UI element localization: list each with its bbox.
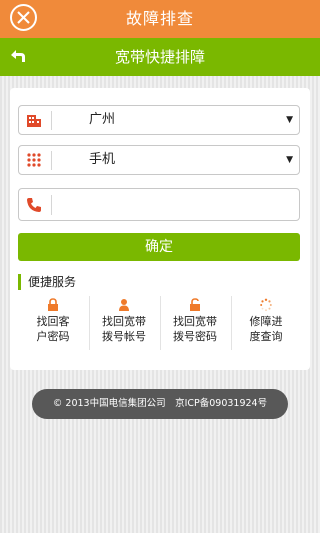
sub-header: 宽带快捷排障 bbox=[0, 38, 320, 76]
confirm-button[interactable]: 确定 bbox=[18, 233, 300, 261]
services-list: 找回客 户密码 找回宽带 拨号帐号 找回宽带 拨号密码 修障进 度查询 bbox=[18, 294, 300, 354]
service-item-repair-progress[interactable]: 修障进 度查询 bbox=[231, 294, 301, 354]
type-select[interactable]: 手机 ▼ bbox=[18, 145, 300, 175]
loading-icon bbox=[260, 298, 272, 312]
service-item-recover-customer-password[interactable]: 找回客 户密码 bbox=[18, 294, 88, 354]
chevron-down-icon: ▼ bbox=[286, 155, 293, 165]
page-title: 故障排查 bbox=[125, 9, 194, 28]
lock-icon bbox=[48, 298, 58, 311]
section-header-title: 宽带快捷排障 bbox=[114, 48, 205, 66]
copyright-footer: © 2013中国电信集团公司 京ICP备09031924号 bbox=[32, 389, 288, 419]
service-label: 找回宽带 拨号密码 bbox=[173, 315, 217, 343]
chevron-down-icon: ▼ bbox=[286, 115, 293, 125]
building-icon bbox=[27, 115, 41, 127]
field-divider bbox=[51, 111, 52, 130]
grid-icon bbox=[27, 153, 41, 167]
service-label: 找回宽带 拨号帐号 bbox=[102, 315, 146, 343]
form-card: 广州 ▼ 手机 ▼ 确定 便捷服务 找回客 户密码 找回宽带 拨号帐号 找回宽带… bbox=[10, 88, 310, 370]
type-value: 手机 bbox=[89, 152, 116, 167]
service-item-recover-broadband-account[interactable]: 找回宽带 拨号帐号 bbox=[89, 294, 159, 354]
service-label: 修障进 度查询 bbox=[249, 315, 283, 343]
phone-field[interactable] bbox=[18, 188, 300, 221]
field-divider bbox=[51, 195, 52, 215]
service-label: 找回客 户密码 bbox=[36, 315, 70, 343]
top-header: 故障排查 bbox=[0, 0, 320, 38]
user-icon bbox=[119, 299, 129, 311]
city-select[interactable]: 广州 ▼ bbox=[18, 105, 300, 135]
field-divider bbox=[51, 151, 52, 170]
phone-icon bbox=[27, 198, 41, 212]
city-value: 广州 bbox=[89, 112, 116, 127]
services-title: 便捷服务 bbox=[18, 274, 76, 290]
service-item-recover-broadband-password[interactable]: 找回宽带 拨号密码 bbox=[160, 294, 230, 354]
phone-input[interactable] bbox=[53, 191, 297, 217]
unlock-icon bbox=[190, 298, 200, 311]
